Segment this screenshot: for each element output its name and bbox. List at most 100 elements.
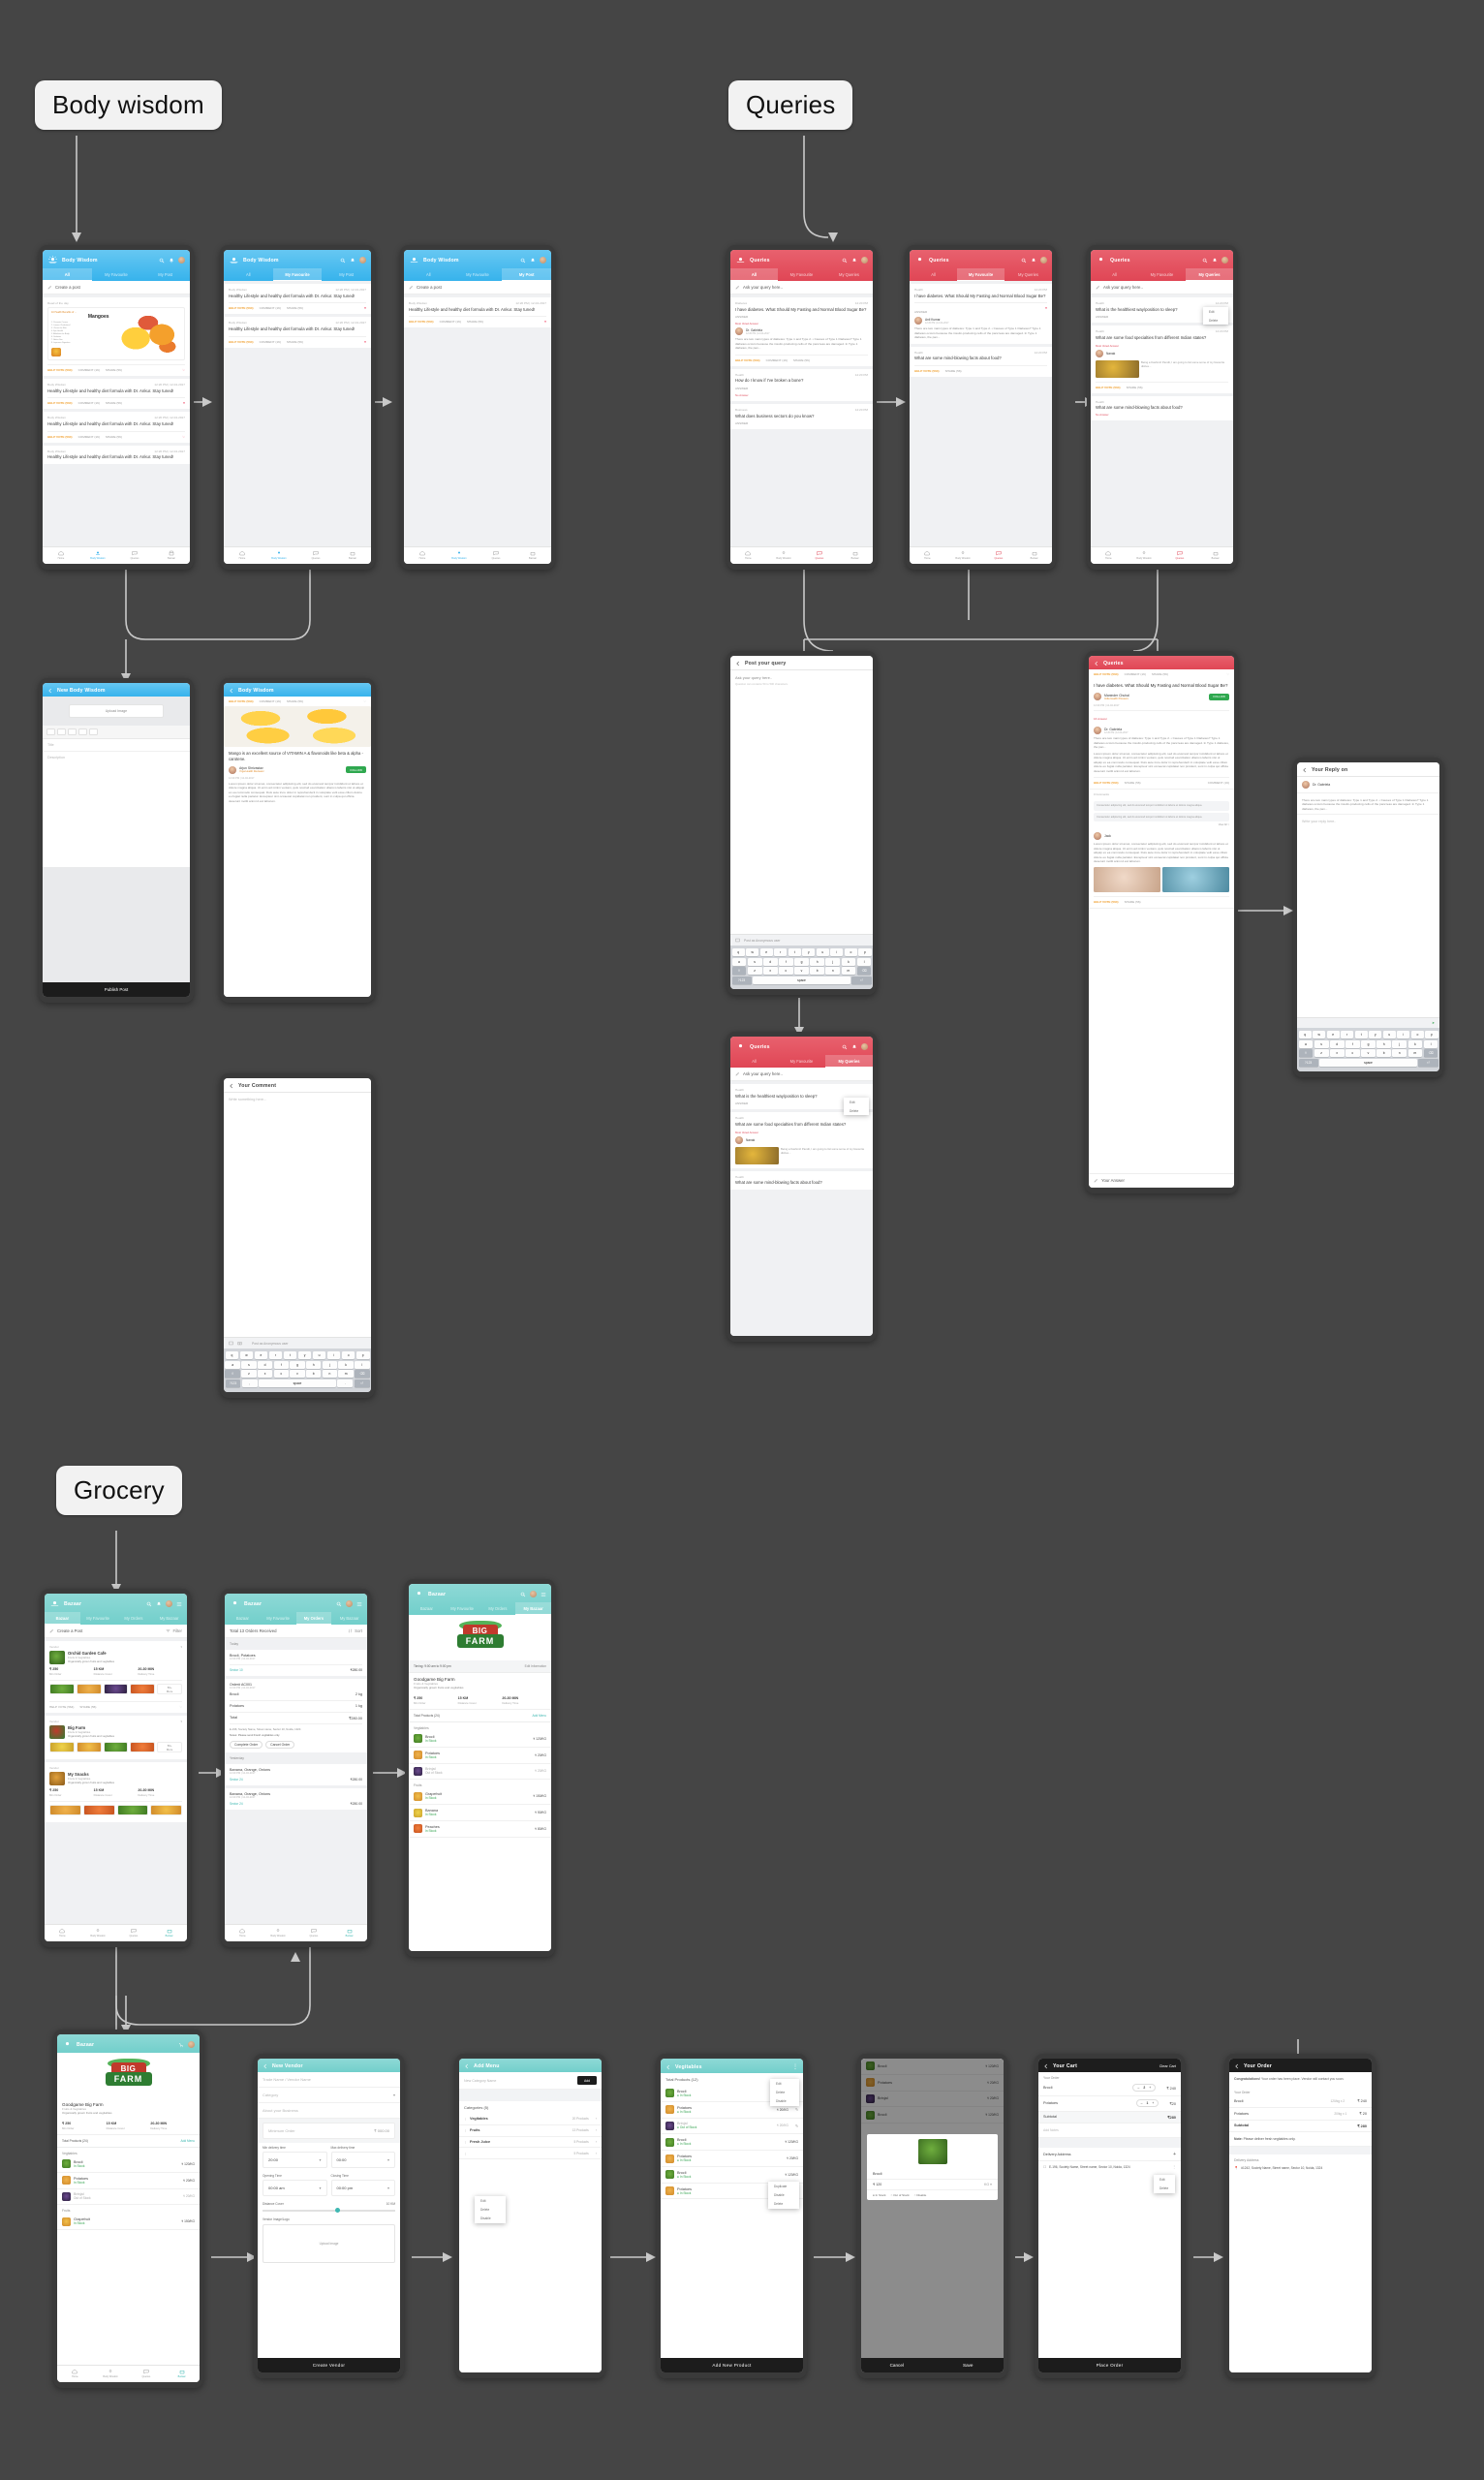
tab-my-bazaar[interactable]: My Bazaar [331, 1612, 367, 1625]
product-thumb[interactable] [82, 1805, 115, 1815]
nav-home[interactable]: Home [45, 1928, 80, 1938]
italic-icon[interactable] [57, 728, 66, 735]
menu-item-delete[interactable]: Delete [1154, 2184, 1175, 2192]
nav-queries[interactable]: Queries [116, 550, 153, 560]
product-thumb[interactable] [76, 1684, 102, 1694]
order-row-expanded[interactable]: Order# AC001 12:20 PM | 12-04-2017 Brocl… [225, 1679, 367, 1753]
detail-actions[interactable]: HELP VOTE (564) COMMENT (16) SHARE (56) … [1089, 669, 1234, 679]
help-vote-label[interactable]: HELP VOTE (564) [1094, 672, 1119, 676]
create-post-bar[interactable]: Create a Post Filter [45, 1625, 187, 1638]
share-label[interactable]: SHARE (56) [1127, 386, 1143, 389]
product-row[interactable]: Brocli In Stock ₹ 120/KG [409, 1731, 551, 1748]
product-name-input[interactable]: Brocli [867, 2169, 998, 2180]
favourite-icon[interactable]: ♥ [364, 306, 366, 310]
favourite-icon[interactable]: ♥ [544, 320, 546, 324]
detail-actions[interactable]: HELP VOTE (564) COMMENT (16) SHARE (56) … [224, 697, 371, 706]
image-icon[interactable] [229, 1341, 233, 1346]
bw-tabs[interactable]: All My Favourite My Post [224, 268, 371, 281]
search-icon[interactable] [1202, 258, 1208, 264]
menu-item-edit[interactable]: Edit [475, 2196, 506, 2205]
nav-queries[interactable]: Queries [129, 2369, 165, 2378]
bell-icon[interactable] [156, 1601, 162, 1607]
bell-icon[interactable] [169, 258, 174, 264]
add-address-button[interactable]: + [1173, 2152, 1176, 2157]
nav-body-wisdom[interactable]: Body Wisdom [80, 1928, 116, 1938]
keyboard-toolbar[interactable]: Post as Anonymous user [730, 934, 873, 946]
bottom-nav[interactable]: Home Body Wisdom Queries Bazaar [1091, 546, 1233, 564]
nav-home[interactable]: Home [57, 2369, 93, 2378]
avatar[interactable] [1040, 257, 1047, 264]
menu-item-delete[interactable]: Delete [475, 2205, 506, 2214]
bell-icon[interactable] [851, 1044, 857, 1050]
back-arrow-icon[interactable] [1302, 767, 1308, 773]
tab-my-orders[interactable]: My Orders [480, 1602, 516, 1615]
nav-bazaar[interactable]: Bazaar [514, 550, 551, 560]
query-card[interactable]: Health 12:20 PM I have diabetes. What Sho… [910, 284, 1052, 344]
nav-body-wisdom[interactable]: Body Wisdom [261, 1928, 296, 1938]
tab-my-orders[interactable]: My Orders [116, 1612, 152, 1625]
order-row[interactable]: Banana, Orange, Onions 12:20 PM | 12-04-… [225, 1764, 367, 1786]
save-button[interactable]: Save [933, 2358, 1005, 2372]
feed-post[interactable]: Body Wisdom 12:20 PM | 12-04-2017 Healthy… [43, 445, 190, 464]
chevron-down-icon[interactable]: ▾ [180, 1720, 182, 1723]
min-delivery-select[interactable]: 20:00 ▾ [263, 2152, 327, 2168]
bottom-nav[interactable]: Home Body Wisdom Queries Bazaar [404, 546, 551, 564]
order-row[interactable]: Brocli, Potatoes 12:20 PM | 12-04-2017 S… [225, 1650, 367, 1676]
comment-label[interactable]: COMMENT (16) [78, 368, 100, 372]
nav-home[interactable]: Home [224, 550, 261, 560]
notes-input[interactable]: Add Notes [1038, 2124, 1181, 2139]
help-vote-label[interactable]: HELP VOTE (564) [47, 368, 73, 372]
chevron-right-icon[interactable]: › [596, 2128, 597, 2132]
keyboard[interactable]: qwertyuiop asdfghjkl ⇧ z x c v b n m ⌫ ?123 space… [1297, 1028, 1439, 1071]
opening-time-select[interactable]: 00:00 am ▾ [263, 2180, 327, 2196]
bottom-nav[interactable]: Home Body Wisdom Queries Bazaar [224, 546, 371, 564]
menu-item-disable[interactable]: Disable [475, 2214, 506, 2222]
tab-all[interactable]: All [1091, 268, 1138, 281]
help-vote-label[interactable]: HELP VOTE (564) [49, 1705, 74, 1709]
product-price-input[interactable]: ₹ 120 [873, 2183, 881, 2186]
product-row[interactable]: Grapefruit In Stock ₹ 150/KG [57, 2214, 200, 2231]
tab-my-post[interactable]: My Post [502, 268, 551, 281]
query-card[interactable]: Health What are some food specialties fr… [730, 1112, 873, 1168]
answer-button[interactable]: ANSWER [914, 310, 1047, 314]
tab-all[interactable]: All [910, 268, 957, 281]
share-label[interactable]: SHARE (56) [1125, 900, 1141, 904]
vendor-about-input[interactable]: About your Business [258, 2103, 400, 2119]
tab-my-favourite[interactable]: My Favourite [92, 268, 141, 281]
nav-body-wisdom[interactable]: Body Wisdom [1127, 550, 1162, 560]
ask-query-bar[interactable]: Ask your query here.. [1091, 281, 1233, 294]
underline-icon[interactable] [68, 728, 77, 735]
avatar[interactable] [1221, 257, 1228, 264]
avatar[interactable] [188, 2041, 195, 2048]
help-vote-label[interactable]: HELP VOTE (564) [914, 369, 940, 373]
product-row[interactable]: Potatoes In Stock ₹ 20/KG [57, 2172, 200, 2189]
back-arrow-icon[interactable] [229, 1083, 234, 1089]
favourite-icon[interactable]: ♡ [182, 435, 185, 439]
nav-body-wisdom[interactable]: Body Wisdom [93, 2369, 129, 2378]
search-icon[interactable] [340, 258, 346, 264]
query-card[interactable]: Health What is the healthiest way/positi… [730, 1084, 873, 1116]
vendor-card[interactable]: Vendor ▾ Orchid Garden Cafe Fruits & Vegi… [45, 1641, 187, 1713]
bell-icon[interactable] [851, 258, 857, 264]
tab-my-favourite[interactable]: My Favourite [957, 268, 1005, 281]
query-card[interactable]: Health What are some mind-blowing facts … [1091, 395, 1233, 420]
drag-handle-icon[interactable]: ⋮ [464, 2152, 467, 2155]
upload-image-box[interactable]: Upload Image [69, 704, 164, 718]
drag-handle-icon[interactable]: ⋮ [464, 2128, 467, 2132]
menu-item-edit[interactable]: Edit [770, 2079, 799, 2088]
bell-icon[interactable] [350, 258, 356, 264]
stock-radio-in[interactable]: ● In Stock [677, 2110, 774, 2114]
search-icon[interactable] [146, 1601, 152, 1607]
search-icon[interactable] [336, 1601, 342, 1607]
share-label[interactable]: SHARE (56) [1152, 672, 1168, 676]
comment-label[interactable]: COMMENT (16) [1208, 781, 1229, 785]
share-label[interactable]: SHARE (56) [287, 699, 303, 703]
product-row[interactable]: Grapefruit In Stock ₹ 150/KG [409, 1788, 551, 1806]
tab-my-favourite[interactable]: My Favourite [778, 1055, 825, 1068]
nav-queries[interactable]: Queries [802, 550, 838, 560]
stock-radio-in[interactable]: ● In Stock [677, 2158, 784, 2162]
link-icon[interactable] [89, 728, 98, 735]
nav-home[interactable]: Home [225, 1928, 261, 1938]
comment-label[interactable]: COMMENT (16) [78, 435, 100, 439]
menu-item-disable[interactable]: Disable [770, 2096, 799, 2105]
